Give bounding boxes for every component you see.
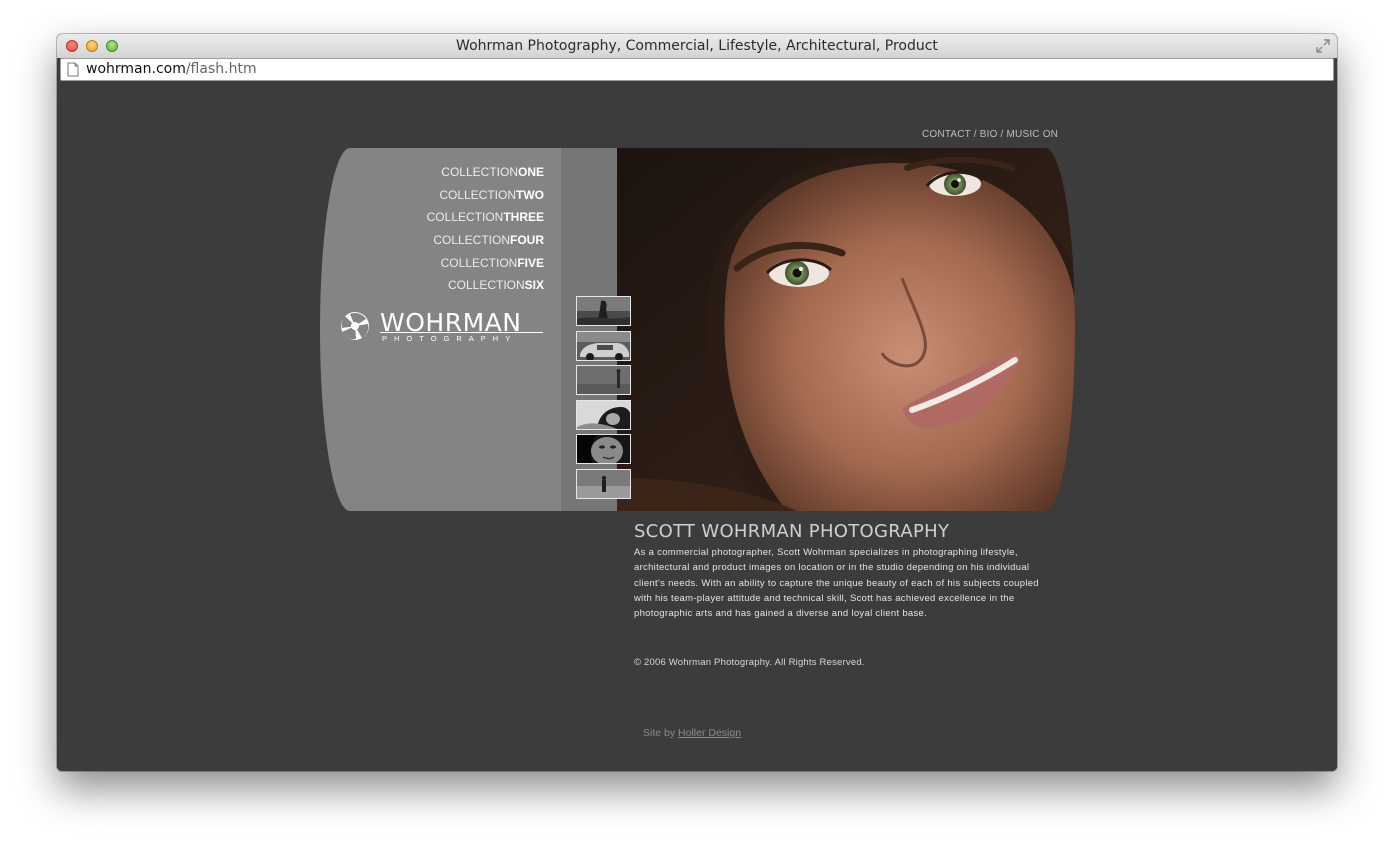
url-text: wohrman.com/flash.htm	[86, 59, 257, 80]
collection-label: COLLECTION	[426, 210, 504, 225]
collection-number: SIX	[524, 278, 544, 293]
collection-five-link[interactable]: COLLECTIONFIVE	[320, 252, 544, 275]
top-links[interactable]: CONTACT / BIO / MUSIC ON	[922, 129, 1058, 140]
thumbnail-5[interactable]	[576, 434, 631, 464]
thumbnail-2[interactable]	[576, 331, 631, 361]
thumbnail-1[interactable]	[576, 296, 631, 326]
collection-four-link[interactable]: COLLECTIONFOUR	[320, 229, 544, 252]
collection-label: COLLECTION	[447, 278, 525, 293]
collection-six-link[interactable]: COLLECTIONSIX	[320, 274, 544, 297]
collection-number: TWO	[516, 187, 544, 202]
fullscreen-icon[interactable]	[1315, 38, 1331, 54]
site-credit: Site by Holler Design	[643, 727, 741, 739]
collection-three-link[interactable]: COLLECTIONTHREE	[320, 206, 544, 229]
bio-paragraph: As a commercial photographer, Scott Wohr…	[634, 547, 1039, 620]
logo-divider	[380, 332, 543, 333]
collection-label: COLLECTION	[439, 187, 516, 202]
aperture-icon	[341, 312, 369, 340]
thumbnail-6[interactable]	[576, 469, 631, 499]
site-credit-prefix: Site by	[643, 727, 676, 739]
close-window-button[interactable]	[66, 40, 78, 52]
window-title: Wohrman Photography, Commercial, Lifesty…	[456, 38, 938, 54]
wohrman-logo[interactable]: WOHRMAN PHOTOGRAPHY	[336, 308, 544, 347]
url-domain: wohrman.com	[86, 61, 186, 77]
collection-number: FOUR	[510, 233, 544, 248]
thumbnail-3[interactable]	[576, 365, 631, 395]
browser-window: Wohrman Photography, Commercial, Lifesty…	[57, 34, 1337, 771]
window-controls	[66, 40, 118, 52]
url-path: /flash.htm	[185, 61, 257, 77]
collection-one-link[interactable]: COLLECTIONONE	[320, 161, 544, 184]
flash-stage: COLLECTIONONE COLLECTIONTWO COLLECTIONTH…	[320, 148, 1075, 511]
minimize-window-button[interactable]	[86, 40, 98, 52]
page-content: CONTACT / BIO / MUSIC ON COLLECTIONONE C…	[57, 84, 1337, 771]
featured-photo	[617, 148, 1075, 511]
collection-label: COLLECTION	[441, 165, 518, 179]
copyright-notice: © 2006 Wohrman Photography. All Rights R…	[634, 657, 865, 668]
zoom-window-button[interactable]	[106, 40, 118, 52]
thumbnail-4[interactable]	[576, 400, 631, 430]
collection-two-link[interactable]: COLLECTIONTWO	[320, 184, 544, 207]
collection-number: FIVE	[517, 255, 544, 270]
navigation-panel: COLLECTIONONE COLLECTIONTWO COLLECTIONTH…	[320, 148, 561, 511]
collection-number: ONE	[517, 165, 544, 179]
collection-label: COLLECTION	[433, 233, 510, 248]
address-bar[interactable]: wohrman.com/flash.htm	[60, 58, 1334, 81]
document-icon	[67, 62, 79, 77]
holler-design-link[interactable]: Holler Design	[678, 727, 741, 739]
page-headline: SCOTT WOHRMAN PHOTOGRAPHY	[634, 521, 950, 542]
collection-label: COLLECTION	[440, 255, 518, 270]
collection-number: THREE	[503, 210, 544, 225]
collection-menu: COLLECTIONONE COLLECTIONTWO COLLECTIONTH…	[320, 161, 544, 297]
title-bar: Wohrman Photography, Commercial, Lifesty…	[57, 34, 1337, 58]
logo-subtitle: PHOTOGRAPHY	[382, 334, 518, 343]
